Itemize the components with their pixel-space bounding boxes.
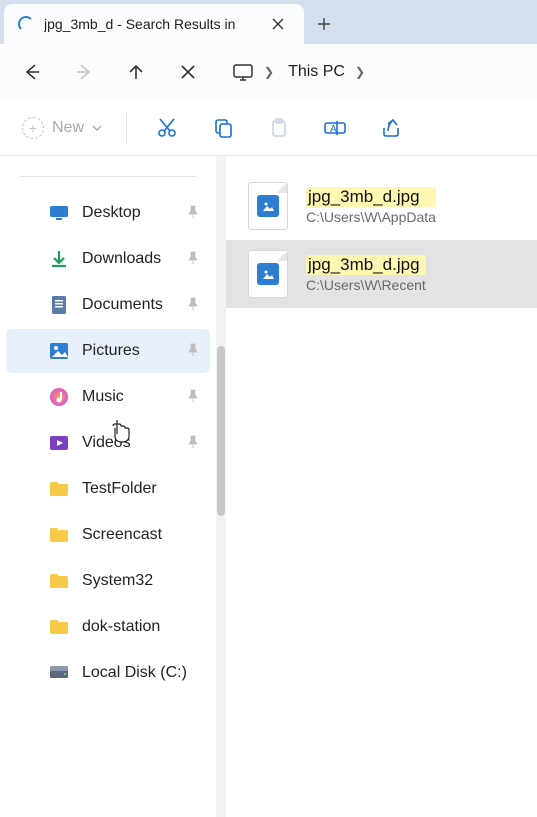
- sidebar-item-videos[interactable]: Videos: [6, 421, 210, 465]
- sidebar-item-label: dok-station: [82, 618, 202, 636]
- paste-button[interactable]: [255, 106, 303, 150]
- sidebar-item-label: System32: [82, 572, 202, 590]
- nav-bar: ❯ This PC ❯: [0, 44, 537, 100]
- music-icon: [48, 386, 70, 408]
- chevron-right-icon: ❯: [264, 65, 274, 79]
- breadcrumb-label: This PC: [288, 63, 345, 81]
- folder-icon: [48, 524, 70, 546]
- search-result[interactable]: jpg_3mb_d.jpg C:\Users\W\Recent: [226, 240, 537, 308]
- toolbar-divider: [126, 114, 127, 142]
- monitor-icon: [232, 61, 254, 83]
- svg-text:A: A: [330, 124, 337, 135]
- result-filepath: C:\Users\W\Recent: [306, 277, 426, 293]
- sidebar-item-label: Screencast: [82, 526, 202, 544]
- copy-icon: [212, 117, 234, 139]
- new-button-label: New: [52, 119, 84, 137]
- pin-icon: [186, 251, 202, 267]
- picture-icon: [48, 340, 70, 362]
- loading-spinner-icon: [18, 16, 34, 32]
- body: Desktop Downloads Documents Pictures Music Vi…: [0, 156, 537, 817]
- result-filename: jpg_3mb_d.jpg: [306, 255, 426, 275]
- sidebar-item-label: Downloads: [82, 250, 174, 268]
- pin-icon: [186, 389, 202, 405]
- copy-button[interactable]: [199, 106, 247, 150]
- command-toolbar: + New A: [0, 100, 537, 156]
- file-thumbnail: [248, 250, 288, 298]
- pin-icon: [186, 435, 202, 451]
- tab-strip: jpg_3mb_d - Search Results in: [0, 0, 537, 44]
- rename-icon: A: [323, 117, 347, 139]
- result-filename: jpg_3mb_d.jpg: [306, 187, 436, 207]
- sidebar-item-system32[interactable]: System32: [6, 559, 210, 603]
- folder-icon: [48, 570, 70, 592]
- sidebar-item-testfolder[interactable]: TestFolder: [6, 467, 210, 511]
- image-icon: [257, 195, 279, 217]
- result-texts: jpg_3mb_d.jpg C:\Users\W\Recent: [306, 255, 426, 293]
- pin-icon: [186, 205, 202, 221]
- sidebar-item-documents[interactable]: Documents: [6, 283, 210, 327]
- back-button[interactable]: [8, 50, 56, 94]
- sidebar: Desktop Downloads Documents Pictures Music Vi…: [0, 156, 216, 817]
- sidebar-item-label: Music: [82, 388, 174, 406]
- video-icon: [48, 432, 70, 454]
- chevron-right-icon: ❯: [355, 65, 365, 79]
- forward-button[interactable]: [60, 50, 108, 94]
- download-icon: [48, 248, 70, 270]
- sidebar-item-pictures[interactable]: Pictures: [6, 329, 210, 373]
- cut-button[interactable]: [143, 106, 191, 150]
- pin-icon: [186, 297, 202, 313]
- clipboard-icon: [268, 117, 290, 139]
- sidebar-item-label: Desktop: [82, 204, 174, 222]
- active-tab[interactable]: jpg_3mb_d - Search Results in: [4, 4, 304, 44]
- scissors-icon: [156, 117, 178, 139]
- sidebar-separator: [20, 176, 196, 177]
- sidebar-item-label: Local Disk (C:): [82, 664, 202, 682]
- sidebar-item-screencast[interactable]: Screencast: [6, 513, 210, 557]
- sidebar-item-music[interactable]: Music: [6, 375, 210, 419]
- document-icon: [48, 294, 70, 316]
- refresh-cancel-button[interactable]: [164, 50, 212, 94]
- folder-icon: [48, 478, 70, 500]
- sidebar-item-label: Pictures: [82, 342, 174, 360]
- pin-icon: [186, 343, 202, 359]
- sidebar-item-label: Videos: [82, 434, 174, 452]
- address-bar[interactable]: ❯ This PC ❯: [228, 52, 369, 92]
- folder-icon: [48, 616, 70, 638]
- image-icon: [257, 263, 279, 285]
- scrollbar-thumb[interactable]: [217, 346, 225, 516]
- results-pane: jpg_3mb_d.jpgC:\Users\W\AppDatajpg_3mb_d…: [226, 156, 537, 817]
- sidebar-item-local-disk-c-[interactable]: Local Disk (C:): [6, 651, 210, 695]
- share-button[interactable]: [367, 106, 415, 150]
- sidebar-scrollbar[interactable]: [216, 156, 226, 817]
- new-tab-button[interactable]: [304, 4, 344, 44]
- search-result[interactable]: jpg_3mb_d.jpg C:\Users\W\AppData: [226, 172, 537, 240]
- file-thumbnail: [248, 182, 288, 230]
- breadcrumb-this-pc[interactable]: This PC ❯: [284, 63, 369, 81]
- breadcrumb-root[interactable]: ❯: [228, 61, 278, 83]
- up-button[interactable]: [112, 50, 160, 94]
- new-button[interactable]: + New: [14, 111, 110, 145]
- chevron-down-icon: [92, 123, 102, 133]
- sidebar-item-dok-station[interactable]: dok-station: [6, 605, 210, 649]
- drive-icon: [48, 662, 70, 684]
- sidebar-item-desktop[interactable]: Desktop: [6, 191, 210, 235]
- result-texts: jpg_3mb_d.jpg C:\Users\W\AppData: [306, 187, 436, 225]
- sidebar-item-label: Documents: [82, 296, 174, 314]
- rename-button[interactable]: A: [311, 106, 359, 150]
- sidebar-item-downloads[interactable]: Downloads: [6, 237, 210, 281]
- result-filepath: C:\Users\W\AppData: [306, 209, 436, 225]
- share-icon: [380, 117, 402, 139]
- desktop-icon: [48, 202, 70, 224]
- plus-circle-icon: +: [22, 117, 44, 139]
- tab-title: jpg_3mb_d - Search Results in: [44, 16, 254, 32]
- tab-close-button[interactable]: [264, 10, 292, 38]
- sidebar-item-label: TestFolder: [82, 480, 202, 498]
